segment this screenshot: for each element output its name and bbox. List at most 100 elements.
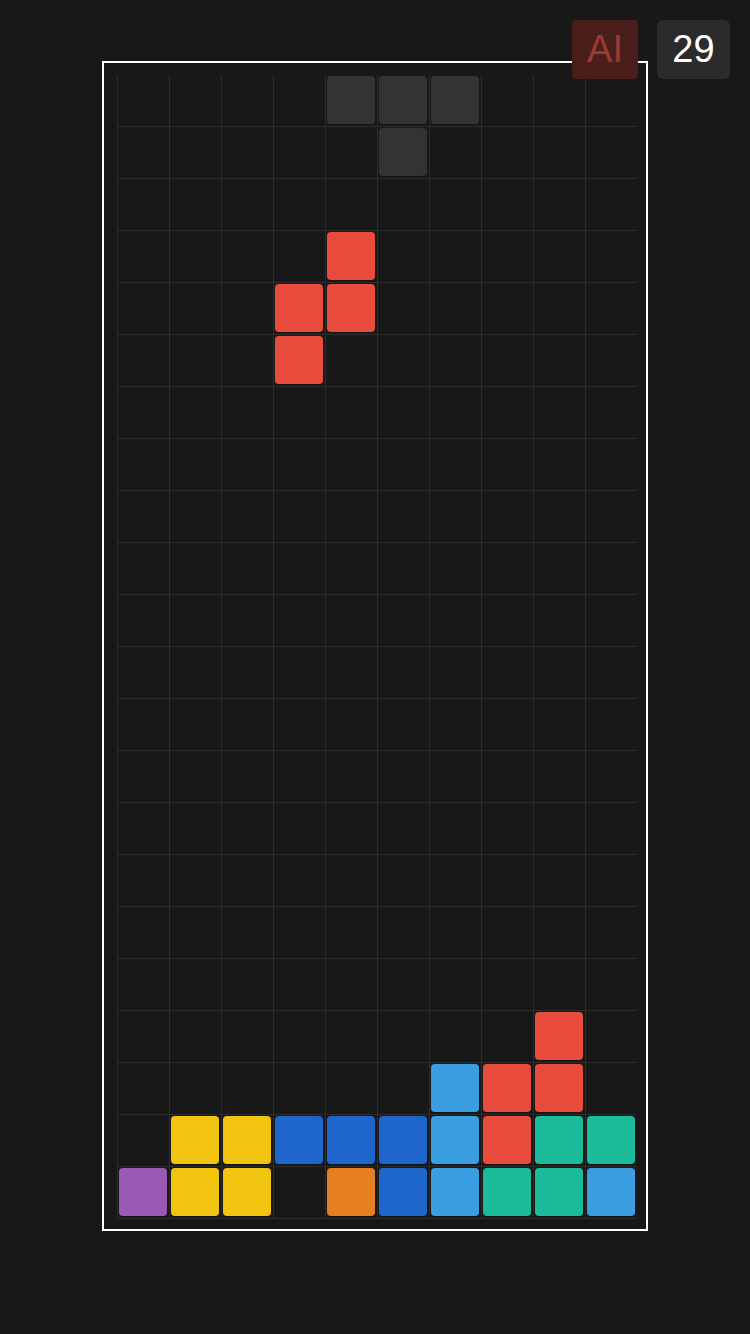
ghost-block: [431, 76, 479, 124]
board-cell: [377, 803, 429, 855]
board-cell: [429, 335, 481, 387]
falling-block: [275, 336, 323, 384]
board-cell: [377, 543, 429, 595]
board-cell: [273, 647, 325, 699]
board-cell: [481, 595, 533, 647]
board-cell: [533, 335, 585, 387]
board-cell: [273, 439, 325, 491]
board-cell: [117, 179, 169, 231]
board-cell: [429, 127, 481, 179]
board-cell: [221, 595, 273, 647]
board-cell: [325, 543, 377, 595]
board-cell: [533, 1063, 585, 1115]
board-cell: [325, 387, 377, 439]
board-cell: [117, 907, 169, 959]
board-cell: [325, 491, 377, 543]
board-cell: [117, 803, 169, 855]
board-cell: [585, 855, 637, 907]
board-cell: [221, 1011, 273, 1063]
locked-block: [223, 1116, 271, 1164]
board-cell: [273, 75, 325, 127]
game-board: [102, 61, 648, 1231]
board-cell: [325, 1063, 377, 1115]
board-cell: [533, 959, 585, 1011]
falling-block: [327, 232, 375, 280]
board-cell: [481, 907, 533, 959]
board-cell: [533, 231, 585, 283]
board-cell: [169, 959, 221, 1011]
board-cell: [273, 127, 325, 179]
board-cell: [585, 595, 637, 647]
board-cell: [273, 283, 325, 335]
board-cell: [221, 283, 273, 335]
board-cell: [117, 439, 169, 491]
board-cell: [481, 387, 533, 439]
board-cell: [533, 803, 585, 855]
locked-block: [119, 1168, 167, 1216]
board-cell: [169, 231, 221, 283]
board-cell: [325, 803, 377, 855]
board-cell: [117, 1115, 169, 1167]
board-cell: [377, 127, 429, 179]
board-cell: [533, 1011, 585, 1063]
board-cell: [429, 543, 481, 595]
board-cell: [585, 179, 637, 231]
board-cell: [377, 1063, 429, 1115]
board-cell: [169, 283, 221, 335]
board-cell: [273, 335, 325, 387]
board-cell: [533, 907, 585, 959]
board-cell: [585, 387, 637, 439]
board-cell: [585, 127, 637, 179]
board-cell: [481, 855, 533, 907]
board-cell: [533, 1115, 585, 1167]
board-cell: [325, 231, 377, 283]
score-badge: 29: [657, 20, 730, 79]
board-cell: [585, 907, 637, 959]
board-cell: [325, 699, 377, 751]
board-cell: [377, 231, 429, 283]
board-cell: [325, 75, 377, 127]
board-cell: [273, 1063, 325, 1115]
board-cell: [273, 491, 325, 543]
board-cell: [169, 855, 221, 907]
board-cell: [221, 907, 273, 959]
board-cell: [273, 1167, 325, 1219]
board-cell: [169, 387, 221, 439]
board-cell: [585, 751, 637, 803]
board-cell: [273, 699, 325, 751]
board-cell: [585, 1115, 637, 1167]
board-cell: [377, 491, 429, 543]
board-cell: [481, 699, 533, 751]
board-cell: [221, 543, 273, 595]
board-cell: [377, 1011, 429, 1063]
board-cell: [533, 699, 585, 751]
board-cell: [273, 543, 325, 595]
ai-toggle[interactable]: AI: [572, 20, 638, 79]
board-cell: [169, 179, 221, 231]
board-cell: [481, 803, 533, 855]
locked-block: [483, 1116, 531, 1164]
board-cell: [273, 907, 325, 959]
board-cell: [429, 491, 481, 543]
board-cell: [169, 647, 221, 699]
board-cell: [117, 543, 169, 595]
locked-block: [431, 1116, 479, 1164]
board-cell: [117, 855, 169, 907]
board-cell: [273, 179, 325, 231]
board-cell: [585, 1063, 637, 1115]
board-cell: [585, 75, 637, 127]
board-cell: [117, 231, 169, 283]
ghost-block: [379, 76, 427, 124]
board-cell: [273, 1115, 325, 1167]
board-cell: [325, 127, 377, 179]
board-cell: [117, 127, 169, 179]
board-cell: [169, 335, 221, 387]
board-cell: [169, 127, 221, 179]
locked-block: [379, 1116, 427, 1164]
locked-block: [275, 1116, 323, 1164]
board-cell: [273, 803, 325, 855]
board-cell: [585, 491, 637, 543]
board-cell: [221, 335, 273, 387]
board-cell: [169, 751, 221, 803]
board-cell: [585, 283, 637, 335]
